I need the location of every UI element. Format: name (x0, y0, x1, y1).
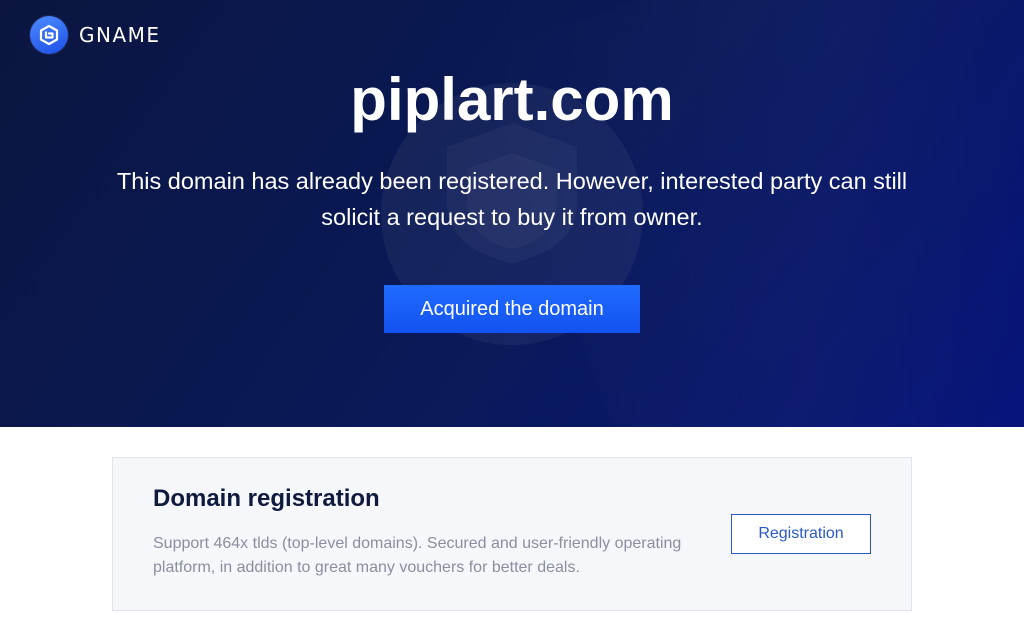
card-title: Domain registration (153, 485, 380, 512)
acquire-domain-button[interactable]: Acquired the domain (384, 285, 640, 333)
registration-button[interactable]: Registration (731, 514, 871, 554)
domain-name-title: piplart.com (350, 66, 674, 133)
brand-name: GNAME (79, 23, 161, 47)
gname-logo-icon (30, 16, 68, 54)
domain-registration-card: Domain registration Support 464x tlds (t… (112, 457, 912, 611)
card-description: Support 464x tlds (top-level domains). S… (153, 535, 682, 576)
brand-logo[interactable]: GNAME (30, 16, 161, 54)
hero-section: GNAME piplart.com This domain has alread… (0, 0, 1024, 427)
hero-description: This domain has already been registered.… (116, 168, 908, 230)
